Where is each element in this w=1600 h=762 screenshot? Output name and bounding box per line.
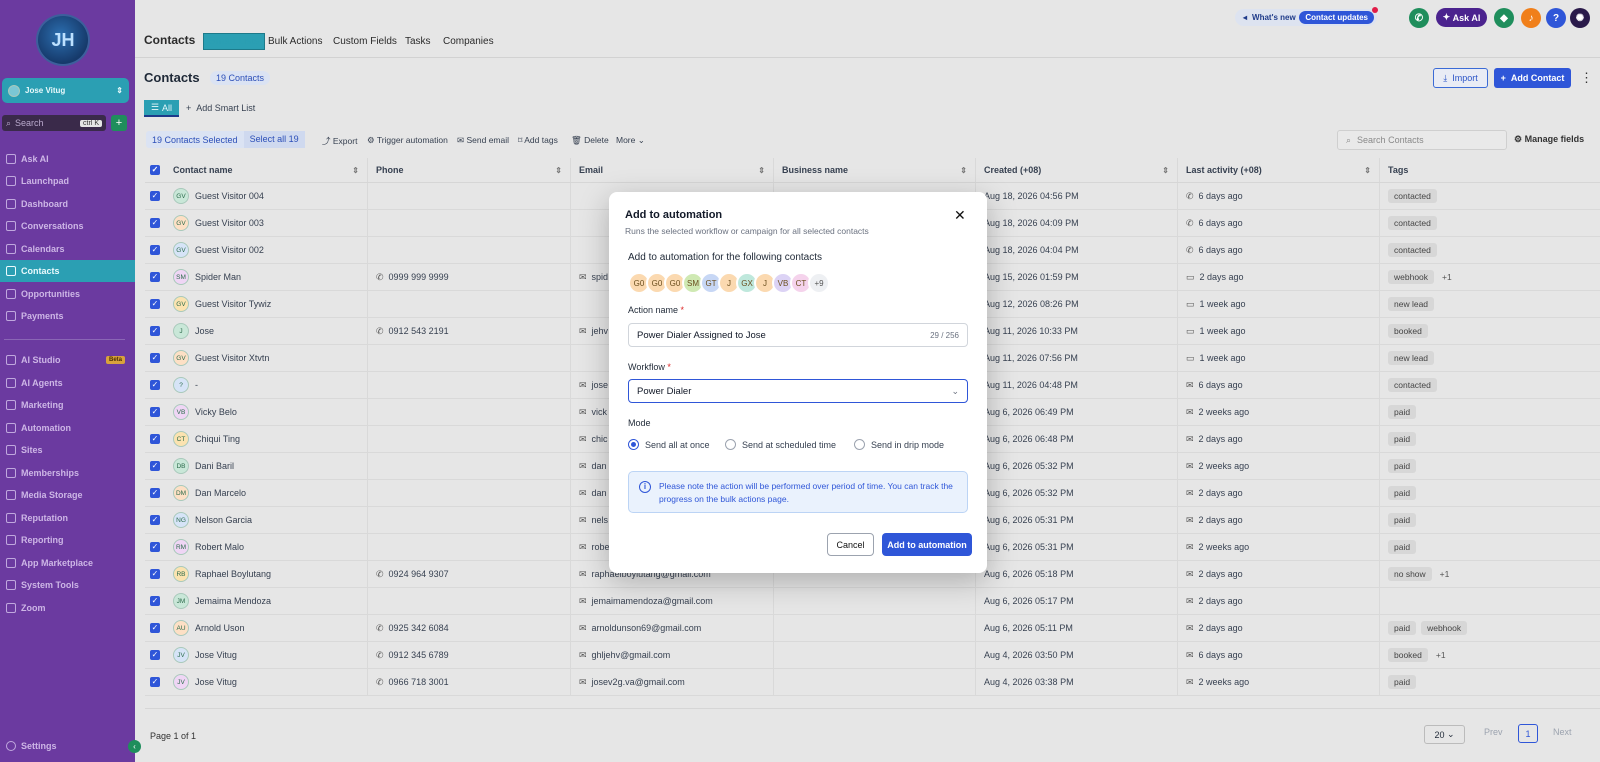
workflow-label: Workflow * — [628, 362, 671, 372]
modal-title: Add to automation — [625, 209, 723, 221]
chevron-down-icon: ⌄ — [951, 385, 959, 396]
mode-drip-radio[interactable]: Send in drip mode — [854, 439, 944, 450]
action-name-label: Action name * — [628, 305, 685, 315]
radio-icon — [725, 439, 736, 450]
more-avatars-count: +9 — [808, 272, 830, 294]
contact-avatars: G0 G0 G0 SM GT J GX J VB CT +9 — [628, 272, 830, 294]
modal-subtitle: Runs the selected workflow or campaign f… — [625, 226, 869, 236]
add-to-automation-modal: Add to automation Runs the selected work… — [609, 192, 987, 573]
contacts-section-label: Add to automation for the following cont… — [628, 252, 823, 263]
radio-checked-icon — [628, 439, 639, 450]
action-name-input[interactable]: Power Dialer Assigned to Jose 29 / 256 — [628, 323, 968, 347]
radio-icon — [854, 439, 865, 450]
mode-scheduled-radio[interactable]: Send at scheduled time — [725, 439, 836, 450]
info-icon: i — [639, 481, 651, 493]
mode-send-all-at-once-radio[interactable]: Send all at once — [628, 439, 710, 450]
cancel-button[interactable]: Cancel — [827, 533, 874, 556]
info-note: i Please note the action will be perform… — [628, 471, 968, 513]
mode-label: Mode — [628, 418, 651, 428]
char-counter: 29 / 256 — [930, 330, 959, 340]
add-to-automation-button[interactable]: Add to automation — [882, 533, 972, 556]
close-icon[interactable]: ✕ — [954, 207, 966, 224]
workflow-select[interactable]: Power Dialer ⌄ — [628, 379, 968, 403]
